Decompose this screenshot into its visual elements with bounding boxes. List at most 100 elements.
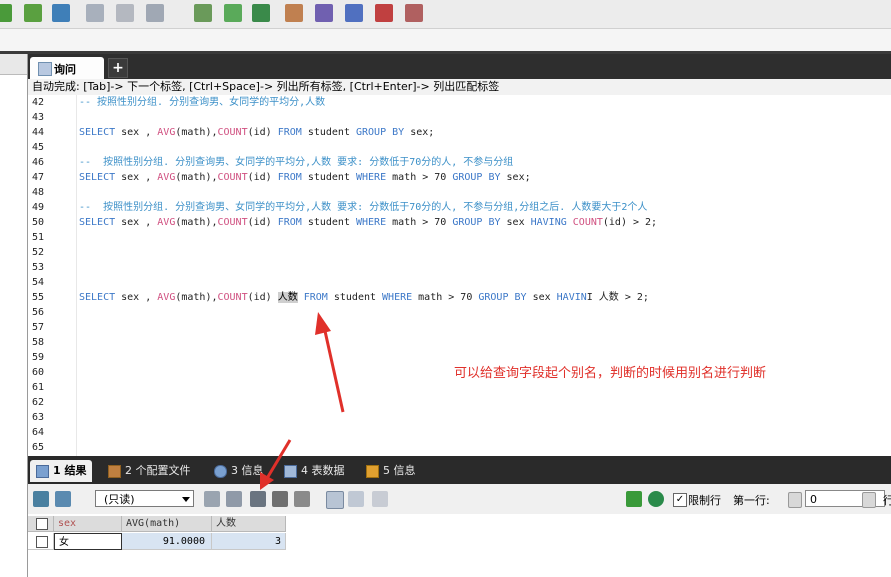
select-all-checkbox[interactable] [36,518,48,530]
code-token: math > 70 [386,172,453,183]
annotation-text: 可以给查询字段起个别名，判断的时候用别名进行判断 [454,366,767,381]
export-results-icon[interactable] [33,491,49,507]
cancel-changes-icon[interactable] [294,491,310,507]
code-line: 62 [28,395,891,410]
delete-row-icon[interactable] [272,491,288,507]
line-number: 42 [32,97,45,108]
disconnect-icon[interactable] [52,4,70,22]
result-tabbar: 1 结果 2 个配置文件 3 信息 4 表数据 5 信息 [28,456,891,484]
code-token: FROM [277,127,302,138]
row-select-cell[interactable] [28,533,54,550]
execute-all-icon[interactable] [224,4,242,22]
import-icon[interactable] [285,4,303,22]
code-token: sex , [115,217,158,228]
code-token: (math), [175,217,218,228]
column-header-count[interactable]: 人数 [212,516,286,532]
tab-info-label: 3 信息 [231,464,264,477]
code-line: 50 SELECT sex , AVG(math),COUNT(id) FROM … [28,215,891,230]
code-token: (id) [247,127,278,138]
save-file-icon[interactable] [146,4,164,22]
code-line: 47 SELECT sex , AVG(math),COUNT(id) FROM … [28,170,891,185]
sql-editor[interactable]: 42 -- 按照性别分组. 分别查询男、女同学的平均分,人数 43 44 SELECT … [28,95,891,456]
tab-table-data[interactable]: 4 表数据 [284,460,345,482]
line-number: 43 [32,112,45,123]
save-row-icon[interactable] [250,491,266,507]
tab-profile[interactable]: 2 个配置文件 [108,460,191,482]
open-file-icon[interactable] [116,4,134,22]
tab-query[interactable]: 询问 [30,57,104,79]
line-number: 65 [32,442,45,453]
result-mode-select[interactable]: (只读) [95,490,194,507]
grid-view-icon[interactable] [326,491,344,509]
result-grid[interactable]: sex AVG(math) 人数 女 91.0000 3 [28,514,891,577]
code-token: sex , [115,292,158,303]
new-query-icon[interactable] [86,4,104,22]
code-token: (id) [247,292,278,303]
query-icon [38,62,52,76]
code-line: 49 -- 按照性别分组. 分别查询男、女同学的平均分,人数 要求: 分数低于70… [28,200,891,215]
limit-rows-checkbox[interactable]: ✓ [673,493,687,507]
duplicate-row-icon[interactable] [226,491,242,507]
grid-icon[interactable] [405,4,423,22]
first-row-label: 第一行: [733,494,770,507]
next-page-icon[interactable] [862,492,876,508]
row-checkbox[interactable] [36,536,48,548]
line-number: 58 [32,337,45,348]
line-number: 53 [32,262,45,273]
cell-count[interactable]: 3 [212,533,286,550]
column-header-avg[interactable]: AVG(math) [122,516,212,532]
refresh-icon[interactable] [204,491,220,507]
code-token: sex; [404,127,435,138]
schema-icon[interactable] [252,4,270,22]
connect-icon[interactable] [0,4,12,22]
code-token: SELECT [79,217,116,228]
text-view-icon[interactable] [372,491,388,507]
tab-result[interactable]: 1 结果 [30,460,93,482]
line-number: 59 [32,352,45,363]
code-token: (id) [247,172,278,183]
cell-avg[interactable]: 91.0000 [122,533,212,550]
line-number: 54 [32,277,45,288]
line-number: 61 [32,382,45,393]
filter-icon[interactable] [626,491,642,507]
line-number: 46 [32,157,45,168]
chevron-down-icon [182,497,190,502]
export-icon[interactable] [315,4,333,22]
reset-filter-icon[interactable] [648,491,664,507]
object-browser[interactable] [0,54,28,577]
line-number: 47 [32,172,45,183]
column-header-sex[interactable]: sex [54,516,122,532]
copy-results-icon[interactable] [55,491,71,507]
ribbon-spacer [0,29,891,51]
main-toolbar [0,0,891,29]
line-number: 64 [32,427,45,438]
form-view-icon[interactable] [348,491,364,507]
backup-icon[interactable] [345,4,363,22]
code-token: COUNT [217,127,248,138]
code-line: 54 [28,275,891,290]
cell-sex[interactable]: 女 [54,533,122,550]
code-token: student [301,127,356,138]
line-number: 57 [32,322,45,333]
code-token: SELECT [79,292,116,303]
tab-table-data-label: 4 表数据 [301,464,345,477]
tab-info[interactable]: 3 信息 [214,460,264,482]
add-tab-button[interactable]: + [108,58,128,78]
code-token: math > 70 [412,292,479,303]
code-token: SELECT [79,172,116,183]
code-line: 57 [28,320,891,335]
code-line: 53 [28,260,891,275]
select-all-header[interactable] [28,516,54,532]
calendar-icon[interactable] [375,4,393,22]
code-line: 51 [28,230,891,245]
code-token: COUNT [572,217,603,228]
code-token: sex [500,217,531,228]
tab-messages[interactable]: 5 信息 [366,460,416,482]
code-token: COUNT [217,172,248,183]
tab-messages-label: 5 信息 [383,464,416,477]
prev-page-icon[interactable] [788,492,802,508]
code-token: I 人数 > 2; [586,292,649,303]
code-token: sex , [115,127,158,138]
new-connection-icon[interactable] [24,4,42,22]
execute-icon[interactable] [194,4,212,22]
